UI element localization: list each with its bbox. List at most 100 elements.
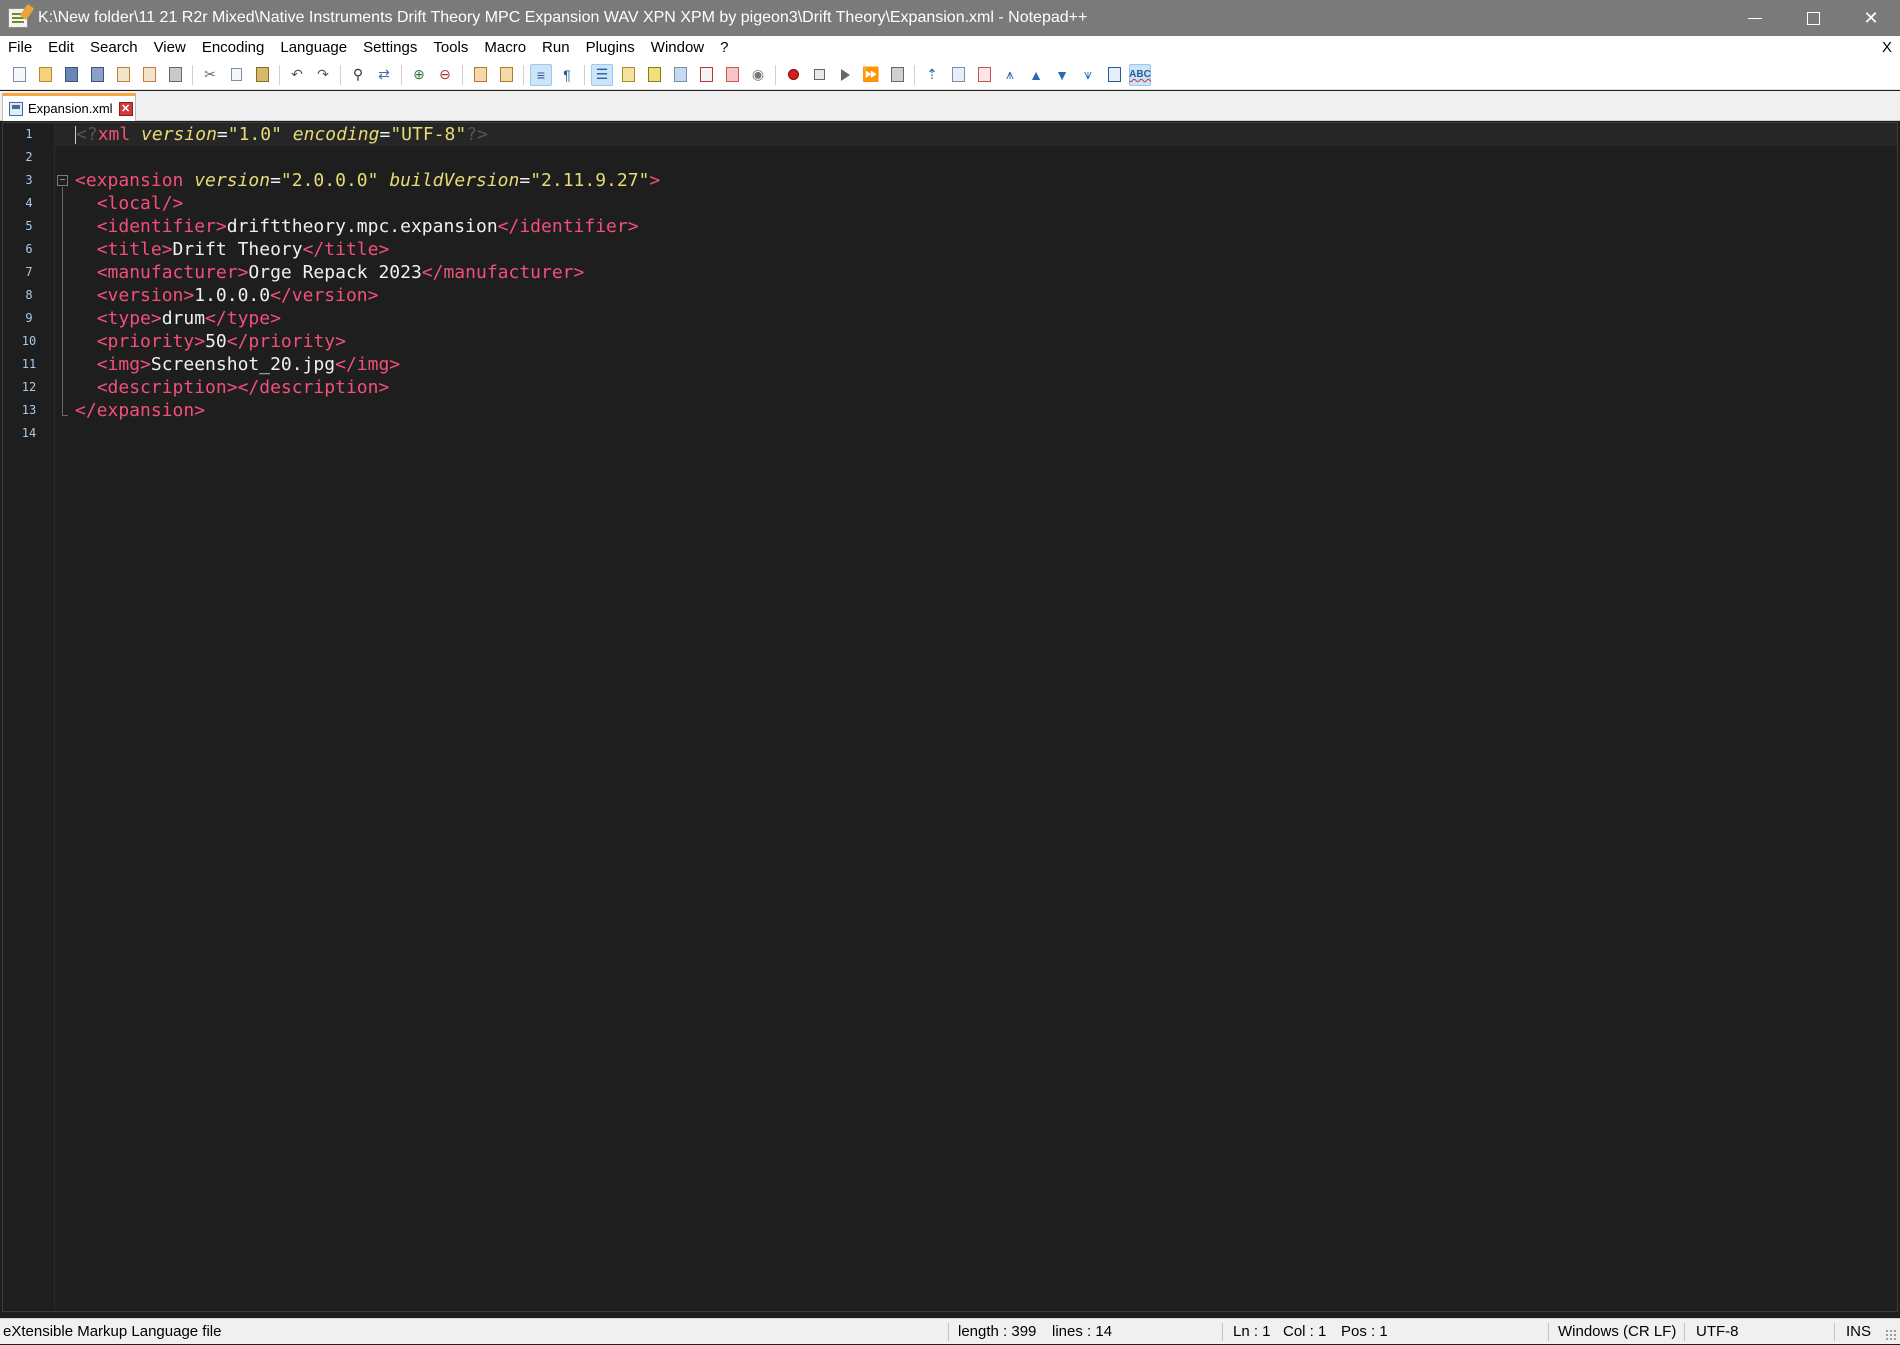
- word-wrap-icon[interactable]: ≡: [530, 63, 552, 86]
- save-all-icon[interactable]: [86, 64, 108, 86]
- maximize-icon: [1806, 11, 1820, 25]
- menu-plugins[interactable]: Plugins: [578, 36, 643, 60]
- expand-icon[interactable]: ⩛: [1077, 64, 1099, 86]
- list-icon[interactable]: [947, 64, 969, 86]
- saved-file-icon: [9, 101, 23, 116]
- element-text: Orge Repack 2023: [248, 262, 422, 283]
- minimize-icon: [1748, 17, 1762, 19]
- menu-settings[interactable]: Settings: [355, 36, 425, 60]
- tag-bracket: >: [649, 170, 661, 191]
- save-macro-icon[interactable]: [886, 64, 908, 86]
- print-icon[interactable]: [164, 64, 186, 86]
- record-macro-icon[interactable]: [782, 64, 804, 86]
- minimize-button[interactable]: [1726, 0, 1784, 36]
- collapse-icon[interactable]: ⩚: [999, 64, 1021, 86]
- arrow-down-icon[interactable]: ▼: [1051, 64, 1073, 86]
- sync-vertical-icon[interactable]: [469, 64, 491, 86]
- replace-icon[interactable]: ⇄: [373, 64, 395, 86]
- menu-language[interactable]: Language: [272, 36, 355, 60]
- maximize-button[interactable]: [1784, 0, 1842, 36]
- close-document-button[interactable]: X: [1882, 36, 1892, 60]
- line-number: 12: [21, 380, 37, 394]
- toolbar-separator: [584, 64, 585, 85]
- copy-icon[interactable]: [225, 64, 247, 86]
- menu-search[interactable]: Search: [82, 36, 146, 60]
- line-number: 4: [25, 196, 33, 210]
- menu-macro[interactable]: Macro: [476, 36, 534, 60]
- status-bar: eXtensible Markup Language file length :…: [0, 1318, 1900, 1344]
- tag-open: <expansion: [75, 170, 184, 191]
- close-window-button[interactable]: ✕: [1842, 0, 1900, 36]
- sync-horizontal-icon[interactable]: [495, 64, 517, 86]
- status-encoding[interactable]: UTF-8: [1696, 1319, 1739, 1345]
- menu-encoding[interactable]: Encoding: [194, 36, 273, 60]
- status-eol[interactable]: Windows (CR LF): [1558, 1319, 1676, 1345]
- tab-close-icon[interactable]: ✕: [118, 101, 133, 116]
- doc-map-icon[interactable]: [617, 64, 639, 86]
- status-divider: [1548, 1323, 1549, 1341]
- element-text: drum: [161, 308, 206, 329]
- stop-record-icon[interactable]: [808, 64, 830, 86]
- folder-workspace-icon[interactable]: [669, 64, 691, 86]
- paste-icon[interactable]: [251, 64, 273, 86]
- indent-guide-icon[interactable]: ☰: [591, 63, 613, 86]
- code-line-4: <local/>: [55, 192, 1897, 215]
- status-divider: [948, 1323, 949, 1341]
- menu-edit[interactable]: Edit: [40, 36, 82, 60]
- new-file-icon[interactable]: [8, 64, 30, 86]
- tag-close: </priority>: [226, 331, 346, 352]
- find-icon[interactable]: ⚲: [347, 64, 369, 86]
- tag-close: </version>: [270, 285, 379, 306]
- line-number: 14: [21, 426, 37, 440]
- redo-icon[interactable]: ↷: [312, 64, 334, 86]
- zoom-in-icon[interactable]: ⊕: [408, 64, 430, 86]
- function-list-icon[interactable]: [643, 64, 665, 86]
- line-number: 2: [25, 150, 33, 164]
- line-number: 6: [25, 242, 33, 256]
- code-editor[interactable]: 1 2 3 4 5 6 7 8 9 10 11 12 13 14 − <?xml…: [2, 122, 1898, 1312]
- line-number: 13: [21, 403, 37, 417]
- status-file-type: eXtensible Markup Language file: [3, 1323, 222, 1340]
- toolbar-separator: [279, 64, 280, 85]
- run-macro-multiple-icon[interactable]: ⏩: [860, 64, 882, 86]
- toolbar-separator: [462, 64, 463, 85]
- menu-tools[interactable]: Tools: [425, 36, 476, 60]
- tag-open: <type>: [96, 308, 162, 329]
- tab-expansion-xml[interactable]: Expansion.xml ✕: [2, 93, 136, 121]
- cut-icon[interactable]: ✂: [199, 64, 221, 86]
- menu-view[interactable]: View: [146, 36, 194, 60]
- panel-icon[interactable]: [1103, 64, 1125, 86]
- line-number: 9: [25, 311, 33, 325]
- zoom-out-icon[interactable]: ⊖: [434, 64, 456, 86]
- close-all-icon[interactable]: [138, 64, 160, 86]
- notepad-plus-plus-app-icon: [8, 8, 28, 28]
- menu-file[interactable]: File: [0, 36, 40, 60]
- doc-list-icon[interactable]: [695, 64, 717, 86]
- code-line-5: <identifier>drifttheory.mpc.expansion</i…: [55, 215, 1897, 238]
- attr-value: "1.0": [227, 124, 282, 145]
- attr-value: "UTF-8": [390, 124, 467, 145]
- code-line-1: <?xml version="1.0" encoding="UTF-8"?>: [55, 123, 1897, 146]
- monitoring-icon[interactable]: [721, 64, 743, 86]
- attr-name: version: [194, 170, 271, 191]
- spellcheck-icon[interactable]: ABC: [1129, 63, 1151, 86]
- arrow-up-icon[interactable]: ▲: [1025, 64, 1047, 86]
- code-area[interactable]: − <?xml version="1.0" encoding="UTF-8"?>…: [55, 123, 1897, 1311]
- up-icon[interactable]: ⇡: [921, 64, 943, 86]
- play-macro-icon[interactable]: [834, 64, 856, 86]
- menu-help[interactable]: ?: [712, 36, 736, 60]
- show-all-chars-icon[interactable]: ¶: [556, 64, 578, 86]
- open-file-icon[interactable]: [34, 64, 56, 86]
- menu-run[interactable]: Run: [534, 36, 578, 60]
- status-insert-mode[interactable]: INS: [1846, 1319, 1871, 1345]
- eye-icon[interactable]: ◉: [747, 64, 769, 86]
- save-icon[interactable]: [60, 64, 82, 86]
- undo-icon[interactable]: ↶: [286, 64, 308, 86]
- resize-grip-icon[interactable]: [1885, 1329, 1897, 1341]
- close-icon[interactable]: [112, 64, 134, 86]
- list-alt-icon[interactable]: [973, 64, 995, 86]
- toolbar-separator: [340, 64, 341, 85]
- code-line-11: <img>Screenshot_20.jpg</img>: [55, 353, 1897, 376]
- tag-close: </type>: [205, 308, 281, 329]
- menu-window[interactable]: Window: [643, 36, 712, 60]
